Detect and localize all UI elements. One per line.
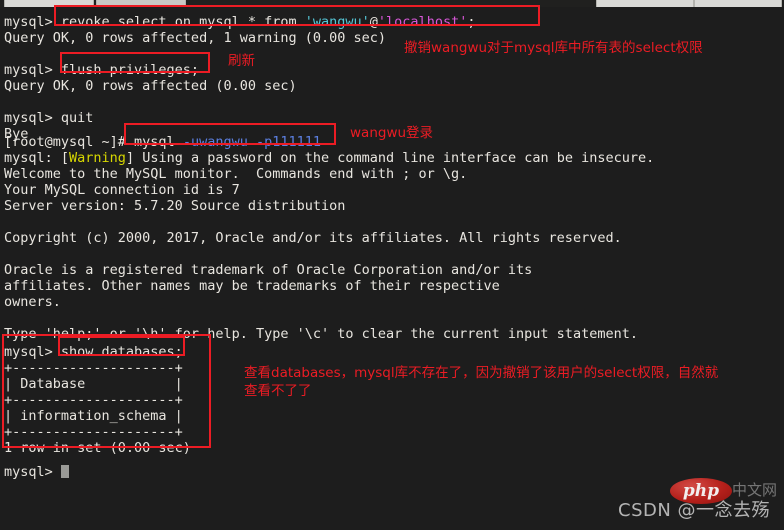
terminal-text: revoke select on mysql.* from [60, 14, 305, 30]
terminal-text: mysql [134, 134, 175, 150]
terminal-text: Copyright (c) 2000, 2017, Oracle and/or … [4, 230, 622, 246]
terminal-line: mysql> [4, 464, 69, 480]
terminal-text: Oracle is a registered trademark of Orac… [4, 262, 533, 278]
terminal-text: @ [369, 14, 378, 30]
terminal-output[interactable]: mysql> revoke select on mysql.* from 'wa… [0, 7, 784, 530]
tab-strip [0, 0, 784, 7]
terminal-line: Query OK, 0 rows affected (0.00 sec) [4, 78, 297, 94]
terminal-line: affiliates. Other names may be trademark… [4, 278, 500, 294]
terminal-line: +--------------------+ [4, 424, 183, 440]
text-cursor [60, 465, 69, 478]
terminal-line: Copyright (c) 2000, 2017, Oracle and/or … [4, 230, 622, 246]
terminal-line: [root@mysql ~]# mysql -uwangwu -p111111 [4, 134, 321, 150]
terminal-window: mysql> revoke select on mysql.* from 'wa… [0, 0, 784, 530]
note-revoke: 撤销wangwu对于mysql库中所有表的select权限 [404, 40, 703, 56]
tab-4[interactable] [694, 0, 782, 7]
terminal-text: mysql> flush privileges; [4, 62, 200, 78]
terminal-text: Your MySQL connection id is 7 [4, 182, 240, 198]
terminal-text: Warning [69, 150, 126, 166]
terminal-text: ; [467, 14, 476, 30]
terminal-text: [root@mysql ~]# [4, 134, 135, 150]
terminal-line: Query OK, 0 rows affected, 1 warning (0.… [4, 30, 386, 46]
php-logo-icon: php [670, 478, 732, 504]
terminal-text: mysql> quit [4, 110, 94, 126]
terminal-text: 'localhost' [377, 14, 468, 30]
terminal-line: Type 'help;' or '\h' for help. Type '\c'… [4, 326, 638, 342]
watermark-site-suffix: 中文网 [732, 481, 778, 499]
terminal-line: owners. [4, 294, 61, 310]
php-logo-text: php [682, 481, 720, 501]
terminal-line: Server version: 5.7.20 Source distributi… [4, 198, 345, 214]
note-flush: 刷新 [228, 53, 255, 69]
terminal-text: mysql> [4, 464, 61, 480]
terminal-text: +--------------------+ [4, 360, 183, 376]
terminal-text: mysql: [ [4, 150, 70, 166]
terminal-line: Oracle is a registered trademark of Orac… [4, 262, 532, 278]
terminal-text: Server version: 5.7.20 Source distributi… [4, 198, 346, 214]
terminal-text: Type 'help;' or '\h' for help. Type '\c'… [4, 326, 638, 342]
terminal-line: +--------------------+ [4, 392, 183, 408]
terminal-text: Query OK, 0 rows affected, 1 warning (0.… [4, 30, 387, 46]
terminal-text: owners. [4, 294, 61, 310]
terminal-line: | Database | [4, 376, 183, 392]
terminal-line: mysql> show databases; [4, 344, 183, 360]
terminal-text: affiliates. Other names may be trademark… [4, 278, 500, 294]
terminal-line: +--------------------+ [4, 360, 183, 376]
terminal-line: | information_schema | [4, 408, 183, 424]
terminal-text: mysql> [4, 14, 61, 30]
terminal-text: 1 row in set (0.00 sec) [4, 440, 191, 456]
note-show-db: 查看databases，mysql库不存在了，因为撤销了该用户的select权限… [244, 365, 719, 399]
terminal-text: 'wangwu' [304, 14, 370, 30]
terminal-line: mysql> flush privileges; [4, 62, 199, 78]
terminal-text: -uwangwu -p111111 [174, 134, 321, 150]
tab-1[interactable] [4, 0, 94, 7]
terminal-text: | Database | [4, 376, 183, 392]
tab-3[interactable] [596, 0, 694, 7]
watermark: CSDN @一念去殇 php 中文网 [618, 472, 778, 526]
terminal-text: Welcome to the MySQL monitor. Commands e… [4, 166, 468, 182]
terminal-text: +--------------------+ [4, 392, 183, 408]
terminal-line: mysql> quit [4, 110, 93, 126]
terminal-text: ] Using a password on the command line i… [125, 150, 655, 166]
terminal-line: 1 row in set (0.00 sec) [4, 440, 191, 456]
note-login: wangwu登录 [350, 125, 434, 141]
terminal-text: | information_schema | [4, 408, 183, 424]
tab-2[interactable] [96, 0, 186, 7]
terminal-line: Welcome to the MySQL monitor. Commands e… [4, 166, 467, 182]
terminal-line: Your MySQL connection id is 7 [4, 182, 240, 198]
terminal-text: mysql> show databases; [4, 344, 183, 360]
terminal-line: mysql> revoke select on mysql.* from 'wa… [4, 14, 475, 30]
terminal-text: Query OK, 0 rows affected (0.00 sec) [4, 78, 297, 94]
terminal-line: mysql: [Warning] Using a password on the… [4, 150, 654, 166]
terminal-text: +--------------------+ [4, 424, 183, 440]
